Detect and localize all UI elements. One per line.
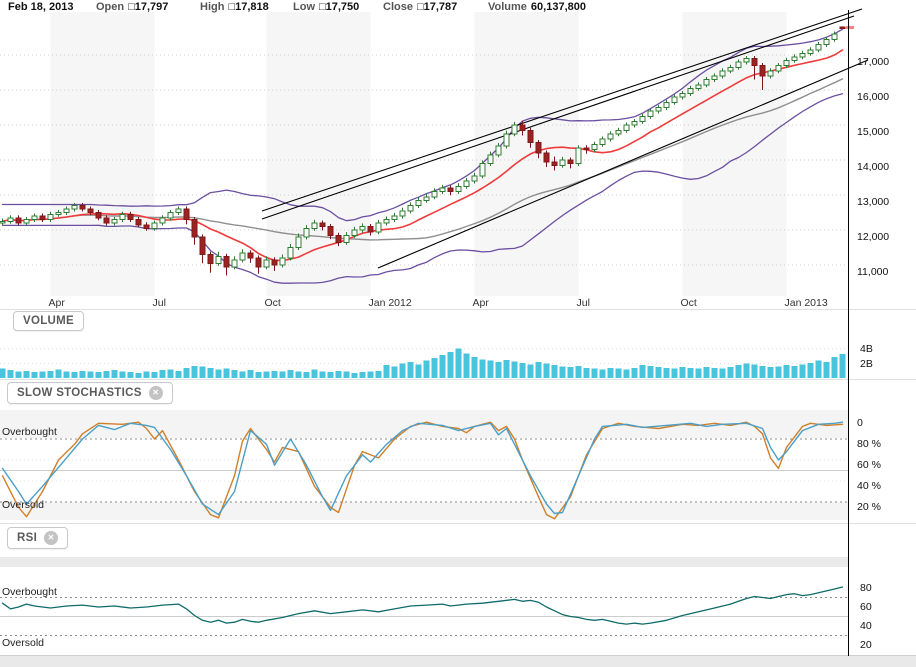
rsi-overbought-label: Overbought [2,586,57,598]
rsi-tick-label: 60 [860,601,872,613]
rsi-oversold-label: Oversold [2,637,44,649]
legend-open: Open□17,797 [96,1,168,13]
volume-tick-label: 4B [860,343,873,355]
rsi-tick-label: 40 [860,620,872,632]
price-tick-label: 13,000 [857,196,889,208]
month-label: Apr [473,297,489,309]
month-label: Oct [265,297,281,309]
price-tick-label: 12,000 [857,231,889,243]
stochastics-pane-button[interactable]: SLOW STOCHASTICS ✕ [7,382,173,404]
stoch-overbought-label: Overbought [2,426,57,438]
chart-canvas[interactable] [0,0,916,667]
month-label: Jul [153,297,166,309]
rsi-pane-label: RSI [17,532,37,544]
rsi-tick-label: 20 [860,639,872,651]
stoch-tick-label: 20 % [857,501,881,513]
legend-low: Low□17,750 [293,1,359,13]
price-tick-label: 14,000 [857,161,889,173]
price-tick-label: 17,000 [857,56,889,68]
rsi-tick-label: 80 [860,582,872,594]
close-icon[interactable]: ✕ [149,386,163,400]
price-tick-label: 16,000 [857,91,889,103]
stoch-tick-label: 40 % [857,480,881,492]
month-label: Jan 2013 [785,297,828,309]
volume-tick-label: 2B [860,358,873,370]
month-label: Apr [49,297,65,309]
price-tick-label: 11,000 [857,266,888,278]
rsi-pane-button[interactable]: RSI ✕ [7,527,68,549]
month-label: Jul [577,297,590,309]
stoch-oversold-label: Oversold [2,499,44,511]
ohlc-legend: Feb 18, 2013 Open□17,797 High□17,818 Low… [0,0,916,14]
volume-pane-label: VOLUME [23,315,74,327]
close-icon[interactable]: ✕ [44,531,58,545]
month-label: Jan 2012 [369,297,412,309]
stoch-tick-label: 60 % [857,459,881,471]
stoch-tick-label: 80 % [857,438,881,450]
legend-volume: Volume60,137,800 [488,1,586,13]
legend-close: Close□17,787 [383,1,457,13]
month-label: Oct [681,297,697,309]
legend-date: Feb 18, 2013 [8,1,73,13]
price-tick-label: 15,000 [857,126,889,138]
stoch-tick-label: 0 [857,417,863,429]
volume-pane-button[interactable]: VOLUME [13,311,84,331]
stochastics-pane-label: SLOW STOCHASTICS [17,387,142,399]
charting-app: Feb 18, 2013 Open□17,797 High□17,818 Low… [0,0,916,667]
legend-high: High□17,818 [200,1,269,13]
